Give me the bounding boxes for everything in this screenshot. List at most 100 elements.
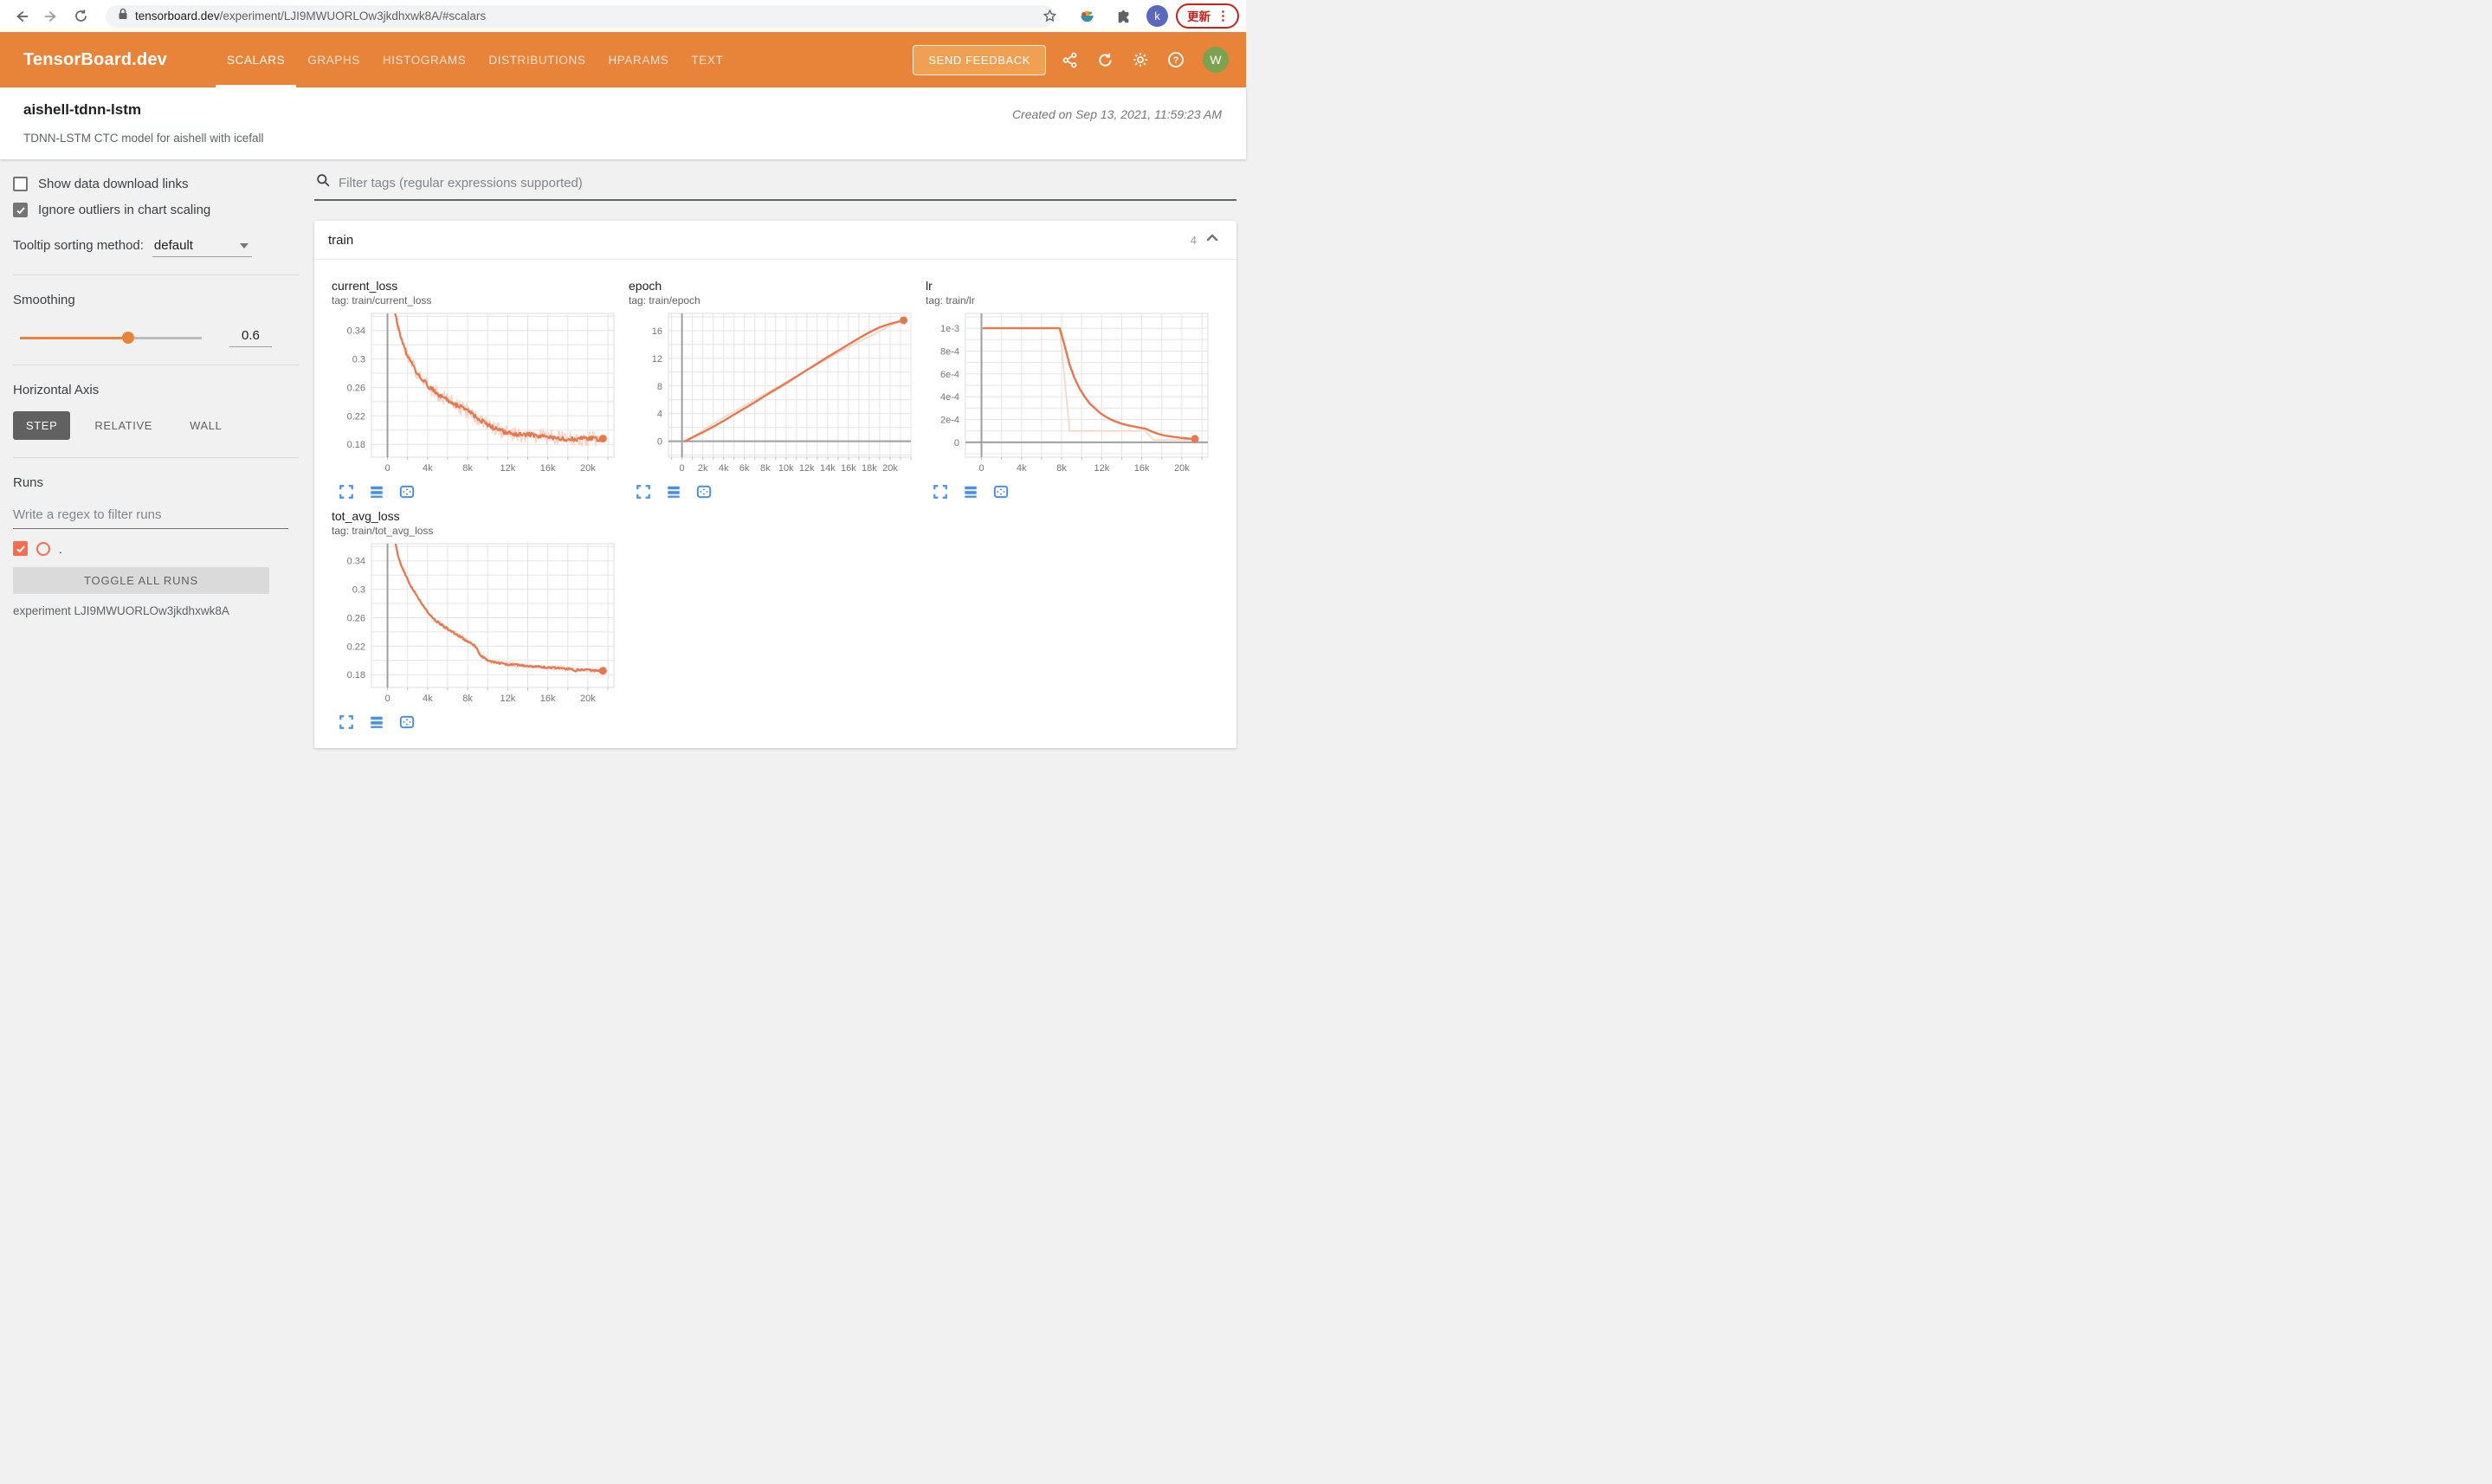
ignore-outliers-label: Ignore outliers in chart scaling — [38, 203, 211, 217]
smoothing-label: Smoothing — [13, 293, 75, 307]
help-icon[interactable]: ? — [1164, 48, 1188, 72]
tooltip-sorting-select[interactable]: default — [152, 238, 252, 257]
ignore-outliers-checkbox[interactable] — [13, 203, 28, 217]
toggle-y-axis-icon[interactable] — [962, 483, 979, 500]
fit-domain-icon[interactable] — [992, 483, 1010, 500]
tab-text[interactable]: TEXT — [680, 35, 734, 87]
browser-profile-avatar[interactable]: k — [1146, 5, 1168, 27]
expand-chart-icon[interactable] — [338, 713, 355, 731]
group-name: train — [328, 232, 354, 248]
svg-text:0: 0 — [384, 694, 390, 704]
user-avatar[interactable]: W — [1203, 47, 1229, 73]
share-icon[interactable] — [1057, 48, 1081, 72]
show-download-links-checkbox[interactable] — [13, 177, 28, 191]
fit-domain-icon[interactable] — [398, 713, 416, 731]
settings-gear-icon[interactable] — [1128, 48, 1152, 72]
experiment-id-caption: experiment LJI9MWUORLOw3jkdhxwk8A — [13, 604, 229, 617]
scalar-chart-lr: lr tag: train/lr 0 4k 8k 12k 16k 20k 1e-3 8e-4 6e-… — [926, 279, 1211, 500]
chart-tag: tag: train/epoch — [629, 294, 700, 306]
svg-text:0.18: 0.18 — [347, 440, 365, 450]
svg-text:0.34: 0.34 — [347, 557, 365, 567]
fit-domain-icon[interactable] — [398, 483, 416, 500]
scalar-chart-current_loss: current_loss tag: train/current_loss 0 4k 8k… — [332, 279, 617, 500]
tab-histograms[interactable]: HISTOGRAMS — [371, 35, 478, 87]
tab-scalars[interactable]: SCALARS — [216, 35, 297, 87]
browser-menu-icon: ⋮ — [1217, 8, 1230, 23]
svg-text:8k: 8k — [462, 463, 473, 474]
browser-update-button[interactable]: 更新 ⋮ — [1176, 3, 1239, 29]
svg-text:4k: 4k — [423, 463, 433, 474]
settings-sidebar: Show data download links Ignore outliers… — [0, 159, 307, 742]
scalars-dashboard: train 4 current_losstag: train/current_l… — [307, 159, 1246, 748]
tab-graphs[interactable]: GRAPHS — [296, 35, 371, 87]
svg-text:16k: 16k — [540, 694, 556, 704]
svg-text:16: 16 — [652, 326, 662, 337]
tab-distributions[interactable]: DISTRIBUTIONS — [477, 35, 597, 87]
axis-relative-button[interactable]: RELATIVE — [81, 411, 165, 440]
smoothing-slider[interactable] — [20, 332, 202, 344]
svg-text:4e-4: 4e-4 — [940, 392, 959, 403]
expand-chart-icon[interactable] — [932, 483, 949, 500]
svg-text:8k: 8k — [760, 463, 771, 474]
expand-chart-icon[interactable] — [338, 483, 355, 500]
svg-text:0.26: 0.26 — [347, 614, 365, 624]
expand-chart-icon[interactable] — [635, 483, 652, 500]
toggle-y-axis-icon[interactable] — [368, 483, 385, 500]
smoothing-value[interactable]: 0.6 — [229, 328, 272, 347]
chart-tag: tag: train/current_loss — [332, 294, 432, 306]
chart-tag: tag: train/tot_avg_loss — [332, 525, 434, 537]
run-name: . — [59, 541, 62, 556]
svg-text:8: 8 — [657, 382, 662, 392]
chart-title: tot_avg_loss — [332, 509, 400, 523]
svg-text:0.22: 0.22 — [347, 642, 365, 652]
chart-plot[interactable]: 0 2k 4k 6k 8k 10k 12k 14k 16k 18k 20k 0 4 8 12 16 — [629, 308, 914, 481]
extensions-puzzle-icon[interactable] — [1109, 3, 1139, 29]
axis-step-button[interactable]: STEP — [13, 411, 71, 440]
send-feedback-button[interactable]: SEND FEEDBACK — [913, 44, 1046, 75]
svg-text:4k: 4k — [719, 463, 729, 474]
filter-tags-input[interactable] — [339, 175, 1236, 190]
collapse-chevron-icon[interactable] — [1205, 231, 1219, 249]
bookmark-star-icon[interactable] — [1035, 3, 1064, 29]
svg-text:18k: 18k — [862, 463, 877, 474]
url-text: tensorboard.dev/experiment/LJI9MWUORLOw3… — [135, 10, 487, 23]
chart-plot[interactable]: 0 4k 8k 12k 16k 20k 0.34 0.3 0.26 0.22 0.18 — [332, 308, 617, 481]
filter-tags-row — [314, 171, 1236, 201]
extension-bowl-icon[interactable] — [1072, 3, 1101, 29]
lock-icon — [118, 8, 128, 24]
refresh-icon[interactable] — [1093, 48, 1117, 72]
reload-icon[interactable] — [66, 3, 95, 29]
svg-text:20k: 20k — [580, 694, 596, 704]
svg-text:12: 12 — [652, 354, 662, 365]
svg-text:6k: 6k — [739, 463, 750, 474]
browser-toolbar: tensorboard.dev/experiment/LJI9MWUORLOw3… — [0, 0, 1246, 32]
svg-text:6e-4: 6e-4 — [940, 370, 959, 380]
axis-wall-button[interactable]: WALL — [177, 411, 235, 440]
svg-text:20k: 20k — [882, 463, 898, 474]
chart-plot[interactable]: 0 4k 8k 12k 16k 20k 1e-3 8e-4 6e-4 4e-4 2e-4 0 — [926, 308, 1211, 481]
svg-text:4k: 4k — [1017, 463, 1027, 474]
toggle-all-runs-button[interactable]: TOGGLE ALL RUNS — [13, 567, 269, 594]
svg-text:0.26: 0.26 — [347, 384, 365, 394]
run-list-item: . — [13, 541, 307, 556]
svg-text:2e-4: 2e-4 — [940, 416, 959, 426]
back-icon[interactable] — [7, 3, 36, 29]
toggle-y-axis-icon[interactable] — [665, 483, 682, 500]
run-checkbox[interactable] — [13, 541, 28, 556]
svg-text:0: 0 — [657, 437, 662, 448]
runs-label: Runs — [13, 475, 44, 490]
forward-icon[interactable] — [36, 3, 66, 29]
sidebar-divider — [13, 274, 299, 275]
fit-domain-icon[interactable] — [695, 483, 713, 500]
svg-text:0.34: 0.34 — [347, 326, 365, 337]
address-bar[interactable]: tensorboard.dev/experiment/LJI9MWUORLOw3… — [106, 4, 1055, 28]
svg-text:2k: 2k — [698, 463, 708, 474]
svg-text:10k: 10k — [778, 463, 794, 474]
runs-regex-input[interactable] — [13, 504, 288, 529]
slider-thumb[interactable] — [121, 332, 134, 344]
tab-hparams[interactable]: HPARAMS — [597, 35, 680, 87]
toggle-y-axis-icon[interactable] — [368, 713, 385, 731]
svg-text:12k: 12k — [500, 694, 516, 704]
train-group-header[interactable]: train 4 — [314, 221, 1236, 259]
chart-plot[interactable]: 0 4k 8k 12k 16k 20k 0.34 0.3 0.26 0.22 0.18 — [332, 539, 617, 712]
